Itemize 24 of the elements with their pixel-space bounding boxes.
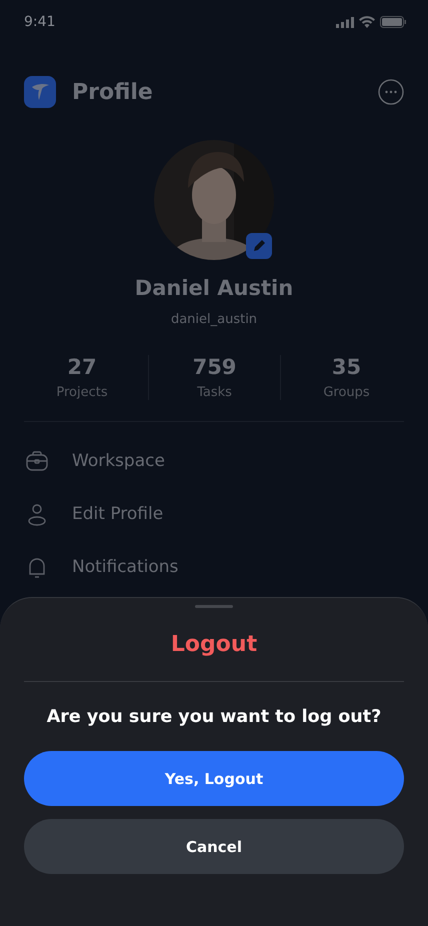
signal-icon [336,16,354,28]
profile-name: Daniel Austin [134,276,294,300]
cancel-button[interactable]: Cancel [24,819,404,874]
page-title: Profile [72,80,154,104]
menu-item[interactable]: Notifications [72,557,178,577]
sheet-handle[interactable] [195,605,233,608]
profile-username: daniel_austin [170,312,258,327]
app-logo [24,76,56,108]
stat-label: Projects [56,385,108,400]
status-time: 9:41 [24,14,56,30]
menu-item[interactable]: Edit Profile [72,504,164,524]
wifi-icon [359,16,375,28]
menu-item[interactable]: Workspace [72,451,165,471]
sheet-title: Logout [170,632,258,657]
edit-avatar-button[interactable] [246,233,272,259]
stat-label: Groups [323,385,370,400]
stat-value: 27 [67,355,97,379]
logout-button[interactable]: Yes, Logout [24,751,404,806]
stat-value: 759 [192,355,236,379]
confirm-message: Are you sure you want to log out? [46,707,382,727]
stat-label: Tasks [197,385,232,400]
battery-icon [380,16,406,28]
more-icon[interactable] [378,79,404,105]
stat-value: 35 [332,355,362,379]
